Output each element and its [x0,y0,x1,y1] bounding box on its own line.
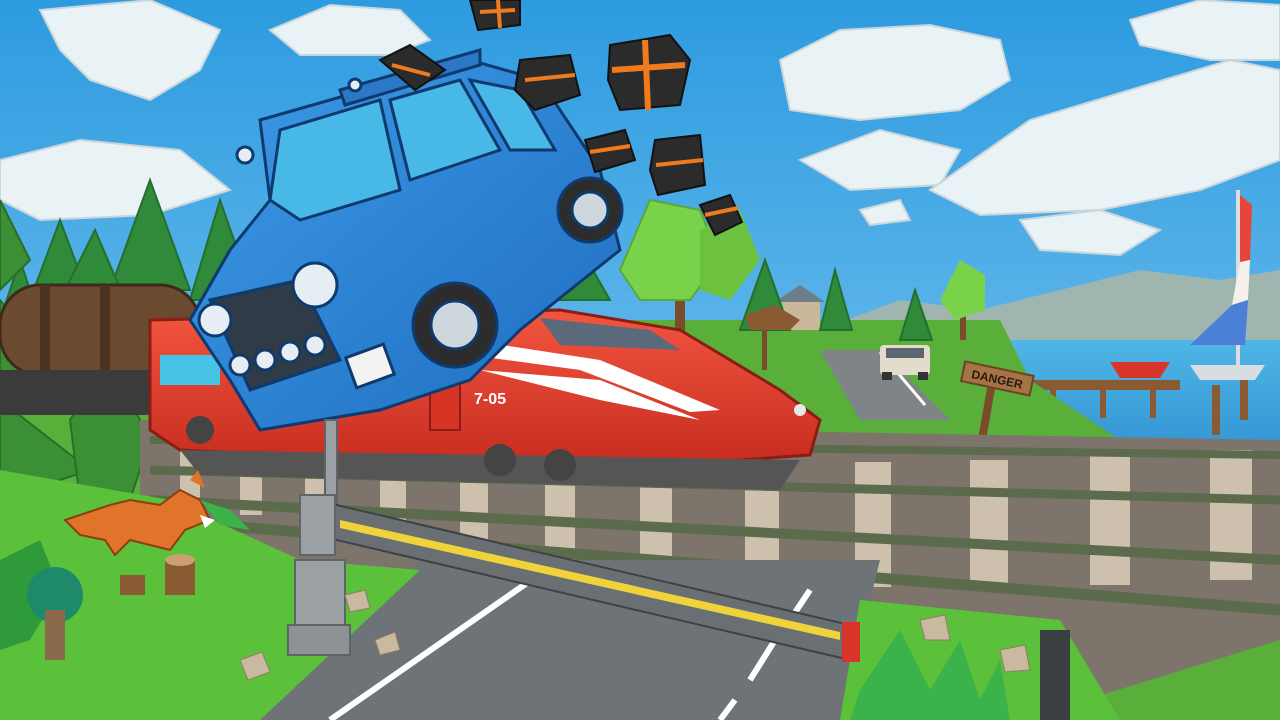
crate [606,33,692,112]
train-number: 7-05 [474,391,506,408]
distant-car [880,345,930,380]
crate [468,0,521,32]
game-scene: DANGER 7-05 [0,0,1280,720]
scene-art: DANGER 7-05 [0,0,1280,720]
bollard [1040,630,1070,720]
crate [648,133,707,197]
